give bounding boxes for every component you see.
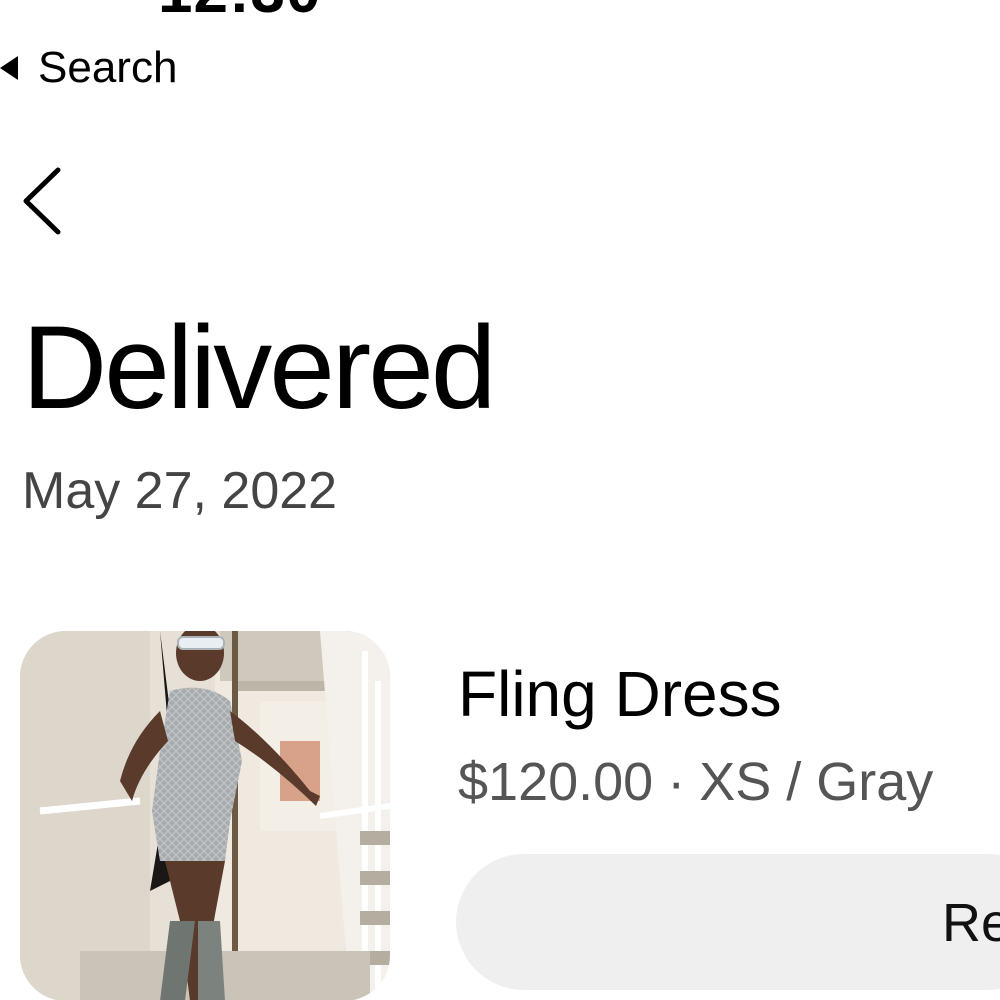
product-photo-illustration: [20, 631, 390, 1000]
order-status-title: Delivered: [22, 302, 496, 434]
reorder-button-label: Re: [942, 893, 1000, 953]
back-to-search-button[interactable]: Search: [0, 42, 177, 94]
back-to-search-label: Search: [38, 43, 178, 92]
product-price-variant: $120.00 · XS / Gray: [458, 750, 933, 815]
chevron-left-icon[interactable]: [14, 162, 74, 240]
order-date: May 27, 2022: [22, 462, 338, 520]
status-bar-time: 12:30: [158, 0, 322, 27]
product-name[interactable]: Fling Dress: [458, 656, 782, 733]
meta-separator: ·: [667, 752, 686, 812]
product-price: $120.00: [458, 752, 654, 812]
back-triangle-icon: [0, 56, 18, 80]
reorder-button[interactable]: Re: [456, 854, 1000, 990]
product-image[interactable]: [20, 631, 390, 1000]
product-variant: XS / Gray: [699, 752, 934, 812]
order-detail-screen: 12:30 Search Delivered May 27, 2022: [0, 0, 1000, 1000]
